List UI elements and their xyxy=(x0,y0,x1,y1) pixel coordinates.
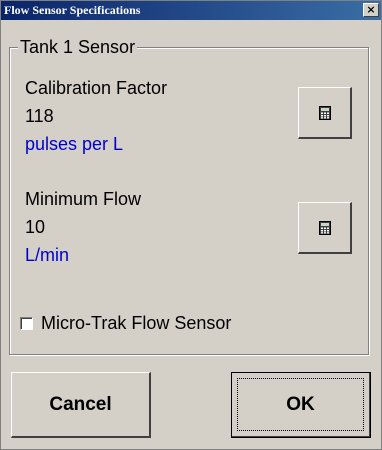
group-title: Tank 1 Sensor xyxy=(18,37,138,58)
calibration-factor-unit: pulses per L xyxy=(25,134,124,154)
minimum-flow-label: Minimum Flow xyxy=(25,189,142,209)
minimum-flow-value: 10 xyxy=(25,217,46,237)
dialog-window: Flow Sensor Specifications × Tank 1 Sens… xyxy=(0,0,382,450)
close-icon: × xyxy=(366,3,376,16)
cancel-button[interactable]: Cancel xyxy=(11,372,151,438)
calibration-calculator-button[interactable] xyxy=(298,87,352,139)
title-bar: Flow Sensor Specifications × xyxy=(1,1,381,20)
micro-trak-checkbox-label[interactable]: Micro-Trak Flow Sensor xyxy=(41,313,231,334)
cancel-button-label: Cancel xyxy=(49,393,112,415)
micro-trak-checkbox-row[interactable]: Micro-Trak Flow Sensor xyxy=(20,313,231,333)
minimum-flow-unit: L/min xyxy=(25,245,70,265)
micro-trak-checkbox[interactable] xyxy=(20,316,33,330)
window-title: Flow Sensor Specifications xyxy=(4,3,141,17)
calibration-factor-label: Calibration Factor xyxy=(25,78,168,98)
ok-button[interactable]: OK xyxy=(231,372,371,438)
focus-rectangle xyxy=(237,378,364,431)
calibration-factor-value: 118 xyxy=(25,106,54,126)
calculator-icon xyxy=(318,105,331,120)
calculator-icon xyxy=(318,220,331,235)
close-button[interactable]: × xyxy=(363,3,379,17)
minimum-flow-calculator-button[interactable] xyxy=(298,202,352,254)
